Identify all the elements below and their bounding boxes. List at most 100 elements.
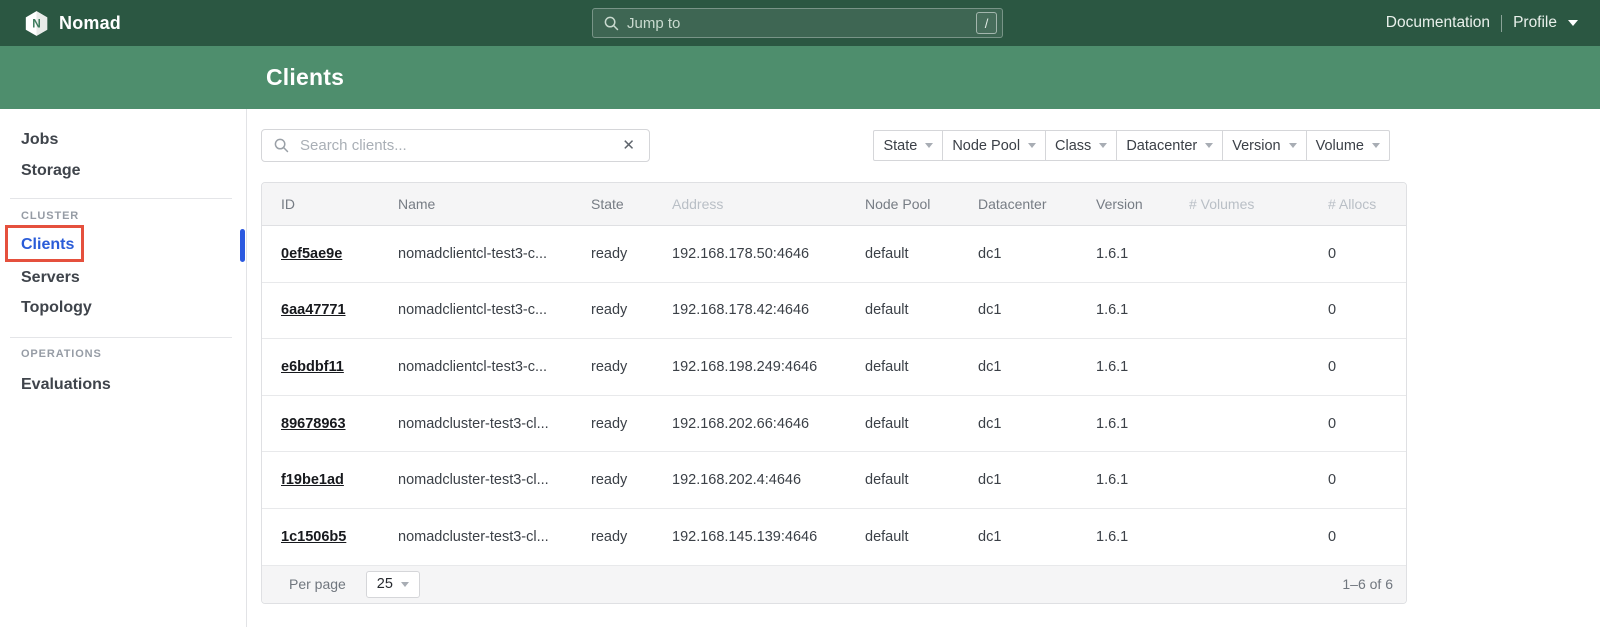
table-row[interactable]: 1c1506b5 nomadcluster-test3-cl... ready … (262, 509, 1406, 566)
col-volumes: # Volumes (1189, 196, 1328, 212)
client-name-cell: nomadcluster-test3-cl... (398, 472, 591, 488)
col-state[interactable]: State (591, 196, 672, 212)
client-version-cell: 1.6.1 (1096, 359, 1189, 375)
filter-volume[interactable]: Volume (1306, 130, 1390, 161)
client-id-link[interactable]: e6bdbf11 (281, 359, 344, 375)
client-allocs-cell: 0 (1328, 472, 1406, 488)
filter-node-pool[interactable]: Node Pool (942, 130, 1046, 161)
client-node-pool-cell: default (865, 472, 978, 488)
filter-toolbar: State Node Pool Class Datacenter Version… (873, 130, 1390, 161)
chevron-down-icon (925, 143, 933, 148)
page-title: Clients (266, 64, 344, 91)
table-footer: Per page 25 1–6 of 6 (262, 566, 1406, 603)
col-id[interactable]: ID (262, 196, 398, 212)
filter-state[interactable]: State (873, 130, 943, 161)
client-version-cell: 1.6.1 (1096, 529, 1189, 545)
filter-class-label: Class (1055, 138, 1091, 154)
sidebar-scrollbar-thumb[interactable] (240, 229, 245, 262)
client-id-link[interactable]: 0ef5ae9e (281, 246, 342, 262)
sidebar-item-clients[interactable]: Clients (21, 236, 74, 254)
client-datacenter-cell: dc1 (978, 359, 1096, 375)
chevron-down-icon (1289, 143, 1297, 148)
client-allocs-cell: 0 (1328, 416, 1406, 432)
clear-search-icon[interactable]: ✕ (620, 136, 637, 155)
sidebar-item-servers[interactable]: Servers (21, 269, 80, 287)
filter-class[interactable]: Class (1045, 130, 1117, 161)
client-allocs-cell: 0 (1328, 529, 1406, 545)
client-address-cell: 192.168.145.139:4646 (672, 529, 865, 545)
sidebar-section-cluster: CLUSTER (21, 210, 79, 222)
client-name-cell: nomadclientcl-test3-c... (398, 246, 591, 262)
client-datacenter-cell: dc1 (978, 529, 1096, 545)
table-header-row: ID Name State Address Node Pool Datacent… (262, 183, 1406, 226)
sidebar-item-evaluations[interactable]: Evaluations (21, 376, 111, 394)
client-id-link[interactable]: 6aa47771 (281, 302, 346, 318)
client-allocs-cell: 0 (1328, 302, 1406, 318)
table-row[interactable]: 6aa47771 nomadclientcl-test3-c... ready … (262, 283, 1406, 340)
client-state-cell: ready (591, 472, 672, 488)
sidebar-item-storage[interactable]: Storage (21, 162, 81, 180)
sidebar-item-jobs[interactable]: Jobs (21, 131, 58, 149)
chevron-down-icon (1099, 143, 1107, 148)
client-node-pool-cell: default (865, 246, 978, 262)
clients-table: ID Name State Address Node Pool Datacent… (261, 182, 1407, 604)
jump-to-placeholder: Jump to (627, 15, 976, 32)
table-row[interactable]: 0ef5ae9e nomadclientcl-test3-c... ready … (262, 226, 1406, 283)
client-node-pool-cell: default (865, 529, 978, 545)
col-name[interactable]: Name (398, 196, 591, 212)
divider (1501, 15, 1502, 32)
chevron-down-icon[interactable] (1568, 20, 1578, 26)
col-node-pool[interactable]: Node Pool (865, 196, 978, 212)
client-datacenter-cell: dc1 (978, 472, 1096, 488)
per-page-select[interactable]: 25 (366, 571, 420, 598)
chevron-down-icon (1028, 143, 1036, 148)
client-id-link[interactable]: 1c1506b5 (281, 529, 346, 545)
brand-name: Nomad (59, 13, 121, 34)
sidebar-divider (10, 198, 232, 199)
nomad-brand[interactable]: N Nomad (23, 0, 121, 46)
client-name-cell: nomadcluster-test3-cl... (398, 416, 591, 432)
search-icon (604, 16, 619, 31)
top-navbar: N Nomad Jump to / Documentation Profile (0, 0, 1600, 46)
client-allocs-cell: 0 (1328, 246, 1406, 262)
col-version[interactable]: Version (1096, 196, 1189, 212)
client-datacenter-cell: dc1 (978, 302, 1096, 318)
per-page-value: 25 (377, 576, 393, 592)
client-id-cell: 0ef5ae9e (262, 246, 398, 262)
clients-search-input[interactable] (298, 136, 620, 155)
col-address: Address (672, 196, 865, 212)
col-allocs: # Allocs (1328, 196, 1406, 212)
client-version-cell: 1.6.1 (1096, 246, 1189, 262)
client-id-cell: 89678963 (262, 416, 398, 432)
page-header-bar: Clients (0, 46, 1600, 109)
chevron-down-icon (1372, 143, 1380, 148)
clients-search[interactable]: ✕ (261, 129, 650, 162)
filter-version-label: Version (1232, 138, 1280, 154)
client-node-pool-cell: default (865, 302, 978, 318)
table-row[interactable]: e6bdbf11 nomadclientcl-test3-c... ready … (262, 339, 1406, 396)
filter-state-label: State (883, 138, 917, 154)
table-row[interactable]: f19be1ad nomadcluster-test3-cl... ready … (262, 452, 1406, 509)
navbar-links: Documentation Profile (1386, 0, 1578, 46)
profile-menu[interactable]: Profile (1513, 14, 1557, 32)
client-id-link[interactable]: 89678963 (281, 416, 346, 432)
client-datacenter-cell: dc1 (978, 416, 1096, 432)
documentation-link[interactable]: Documentation (1386, 14, 1490, 32)
client-address-cell: 192.168.178.42:4646 (672, 302, 865, 318)
col-datacenter[interactable]: Datacenter (978, 196, 1096, 212)
client-node-pool-cell: default (865, 359, 978, 375)
table-row[interactable]: 89678963 nomadcluster-test3-cl... ready … (262, 396, 1406, 453)
client-allocs-cell: 0 (1328, 359, 1406, 375)
filter-datacenter[interactable]: Datacenter (1116, 130, 1223, 161)
client-datacenter-cell: dc1 (978, 246, 1096, 262)
sidebar-section-operations: OPERATIONS (21, 348, 102, 360)
client-id-cell: 6aa47771 (262, 302, 398, 318)
filter-version[interactable]: Version (1222, 130, 1306, 161)
jump-to-search[interactable]: Jump to / (592, 8, 1003, 38)
client-name-cell: nomadcluster-test3-cl... (398, 529, 591, 545)
client-name-cell: nomadclientcl-test3-c... (398, 359, 591, 375)
client-version-cell: 1.6.1 (1096, 416, 1189, 432)
sidebar-item-topology[interactable]: Topology (21, 299, 92, 317)
client-id-cell: f19be1ad (262, 472, 398, 488)
client-id-link[interactable]: f19be1ad (281, 472, 344, 488)
